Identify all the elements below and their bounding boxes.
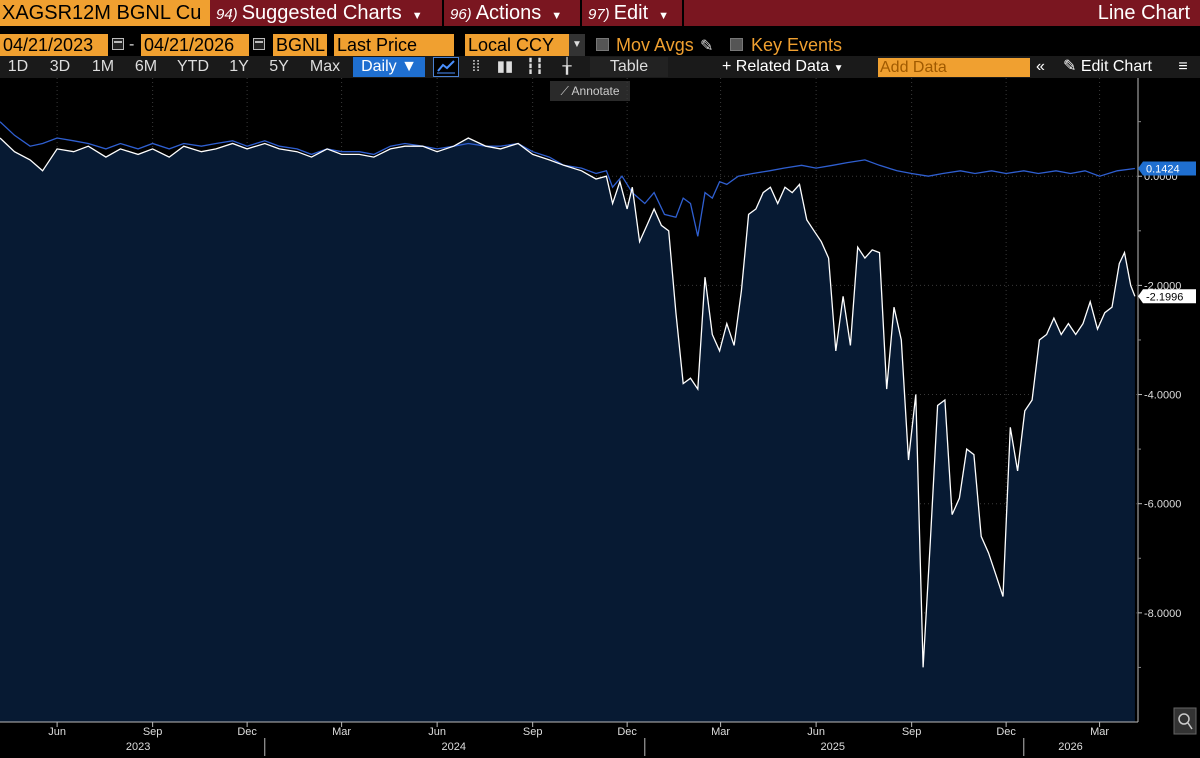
price-chart[interactable]: 0.0000-2.0000-4.0000-6.0000-8.0000 Jun Se… — [0, 0, 1200, 758]
y-tick-label: -6.0000 — [1144, 499, 1181, 511]
x-tick-label: Mar — [332, 726, 351, 738]
last-value-tag-white: -2.1996 — [1138, 289, 1196, 304]
y-tick-label: -4.0000 — [1144, 390, 1181, 402]
zoom-icon[interactable] — [1173, 707, 1197, 735]
year-label: 2024 — [442, 741, 466, 753]
x-tick-label: Mar — [711, 726, 730, 738]
last-value-tag-blue: 0.1424 — [1138, 161, 1196, 176]
area-fill — [0, 138, 1135, 722]
x-tick-label: Jun — [428, 726, 446, 738]
last-value-label: 0.1424 — [1146, 163, 1180, 175]
year-label: 2026 — [1058, 741, 1082, 753]
x-tick-label: Sep — [523, 726, 543, 738]
year-label: 2023 — [126, 741, 150, 753]
x-tick-label: Dec — [617, 726, 637, 738]
y-tick-label: -8.0000 — [1144, 608, 1181, 620]
x-tick-label: Jun — [807, 726, 825, 738]
x-tick-label: Dec — [996, 726, 1016, 738]
last-value-label: -2.1996 — [1146, 291, 1183, 303]
year-label: 2025 — [820, 741, 844, 753]
x-tick-label: Dec — [237, 726, 257, 738]
x-tick-label: Jun — [48, 726, 66, 738]
x-tick-label: Sep — [902, 726, 922, 738]
x-tick-label: Sep — [143, 726, 163, 738]
x-axis: Jun Sep Dec Mar Jun Sep Dec Mar Jun Sep Dec Mar 2023… — [0, 721, 1138, 756]
x-tick-label: Mar — [1090, 726, 1109, 738]
